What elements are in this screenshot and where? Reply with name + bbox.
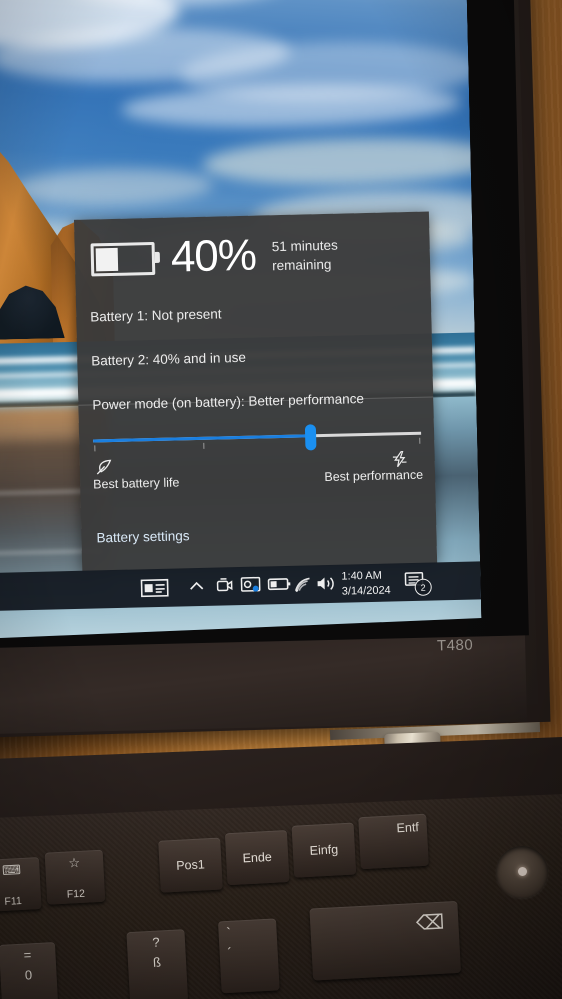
star-favorites-icon: ☆ [67,854,81,871]
battery-2-status: Battery 2: 40% and in use [91,349,247,369]
key-sharp-s[interactable]: ? ß [126,929,189,999]
key-label: = [23,947,32,963]
battery-icon[interactable] [267,577,291,592]
chevron-up-icon[interactable] [188,579,204,593]
volume-icon[interactable] [315,574,335,593]
key-backspace[interactable]: ⌫ [309,900,462,981]
clock-time: 1:40 AM [341,569,382,583]
key-0-equals[interactable]: = 0 [0,941,59,999]
key-label: F11 [4,895,23,908]
key-label: ? [151,934,160,950]
key-ende[interactable]: Ende [224,830,290,886]
key-label-secondary: ´ [227,944,233,960]
key-label: F12 [66,887,86,901]
key-label: Ende [242,849,273,866]
battery-fill-level [96,247,119,271]
power-led-icon [518,866,527,876]
news-and-interests-icon[interactable] [140,578,168,599]
display-switch-icon[interactable] [239,575,261,596]
slider-tick [419,438,420,444]
slider-tick [94,445,95,451]
battery-flyout-panel[interactable]: 40% 51 minutes remaining Battery 1: Not … [74,211,437,571]
slider-label-best-performance: Best performance [324,467,424,485]
key-label: Entf [396,820,420,836]
battery-settings-link[interactable]: Battery settings [96,528,189,545]
camera-privacy-icon[interactable] [214,575,234,595]
key-acute-grave[interactable]: ` ´ [217,918,280,994]
power-mode-slider[interactable] [93,422,422,456]
key-entf[interactable]: Entf [358,813,429,870]
display-panel-wrapper: 40% 51 minutes remaining Battery 1: Not … [0,0,529,649]
battery-1-status: Battery 1: Not present [90,306,222,325]
backspace-icon: ⌫ [415,911,445,936]
key-f11[interactable]: ⌨ F11 [0,857,42,912]
key-label: ` [226,924,232,940]
battery-percent-label: 40% [170,230,257,282]
wifi-icon[interactable] [292,575,312,593]
device-model-label: T480 [436,636,474,655]
keyboard-backlight-icon: ⌨ [1,862,22,878]
key-label-secondary: 0 [24,967,33,983]
key-pos1[interactable]: Pos1 [158,837,223,893]
key-label: Einfg [309,842,339,858]
battery-time-remaining: 51 minutes remaining [271,234,338,275]
leaf-icon [94,457,114,477]
battery-40-icon [91,241,156,275]
key-f12[interactable]: ☆ F12 [44,849,106,905]
taskbar-clock[interactable]: 1:40 AM 3/14/2024 [341,568,391,599]
clock-date: 3/14/2024 [341,584,391,598]
slider-tick [203,443,204,449]
slider-thumb[interactable] [304,424,316,450]
slider-label-best-battery-life: Best battery life [93,475,180,492]
key-einfg[interactable]: Einfg [291,822,357,878]
display-screen: 40% 51 minutes remaining Battery 1: Not … [0,0,482,640]
key-label: Pos1 [175,857,206,873]
power-button[interactable] [496,846,548,898]
slider-track-fill [93,434,313,442]
notification-center-icon[interactable]: 2 [403,570,430,595]
time-remaining-line-2: remaining [271,256,332,273]
key-label-secondary: ß [152,954,162,970]
time-remaining-line-1: 51 minutes [271,237,338,255]
photo-of-laptop-screen: T480 40% 51 minutes remaining Battery 1:… [0,0,562,999]
battery-flyout-header: 40% 51 minutes remaining [90,232,338,282]
